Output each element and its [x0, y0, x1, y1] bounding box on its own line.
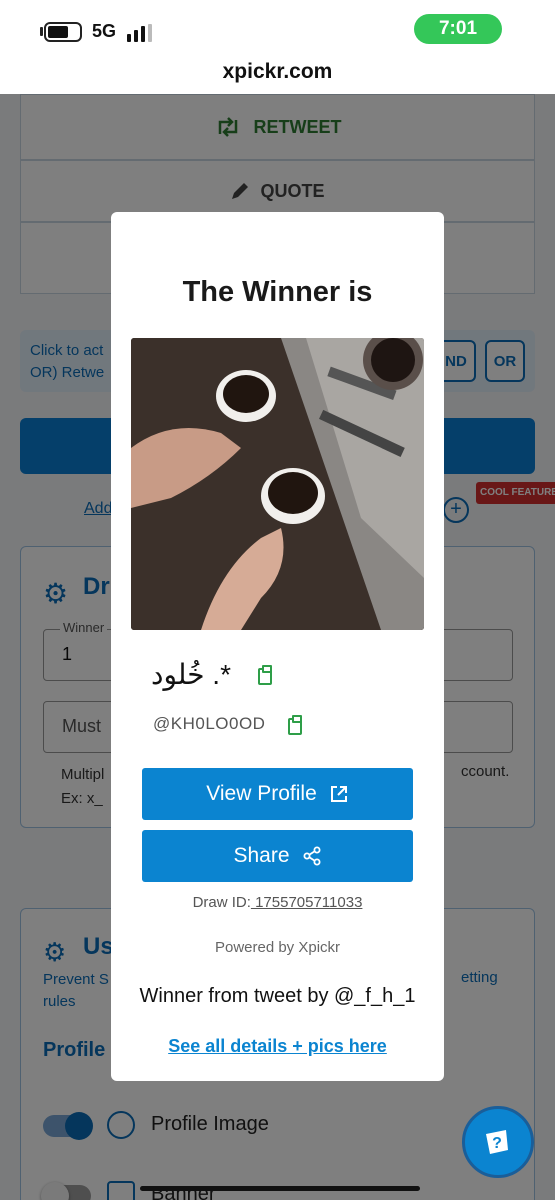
- draw-id: Draw ID: 1755705711033: [111, 894, 444, 911]
- status-bar: 5G 7:01: [0, 0, 555, 60]
- external-link-icon: [330, 786, 347, 802]
- see-details-link[interactable]: See all details + pics here: [111, 1036, 444, 1057]
- share-label: Share: [233, 844, 290, 867]
- powered-by: Powered by Xpickr: [214, 939, 341, 956]
- clock: 7:01: [414, 14, 502, 44]
- winner-image: [131, 338, 424, 630]
- battery-icon: [44, 22, 82, 42]
- winner-handle: @KH0LO0OD: [153, 714, 266, 733]
- help-button[interactable]: ?: [462, 1106, 534, 1178]
- signal-icon: [127, 24, 157, 42]
- winner-display-name: خُلود .*: [151, 659, 231, 690]
- battery-nub: [40, 27, 43, 36]
- view-profile-button[interactable]: View Profile: [142, 768, 413, 820]
- copy-icon[interactable]: [258, 665, 272, 685]
- home-indicator: [140, 1186, 420, 1191]
- share-icon: [303, 846, 321, 866]
- winner-from-tweet: Winner from tweet by @_f_h_1: [139, 985, 416, 1007]
- svg-text:?: ?: [492, 1135, 502, 1152]
- help-icon: ?: [486, 1130, 508, 1154]
- copy-icon[interactable]: [288, 715, 302, 735]
- network-type: 5G: [92, 21, 117, 41]
- winner-modal: The Winner is خُلود .* @KH0LO0OD View Pr…: [111, 212, 444, 1081]
- url-bar[interactable]: xpickr.com: [0, 52, 555, 94]
- draw-id-label: Draw ID:: [192, 894, 251, 911]
- view-profile-label: View Profile: [206, 782, 317, 805]
- draw-id-value[interactable]: 1755705711033: [251, 894, 362, 911]
- modal-title: The Winner is: [182, 276, 373, 308]
- share-button[interactable]: Share: [142, 830, 413, 882]
